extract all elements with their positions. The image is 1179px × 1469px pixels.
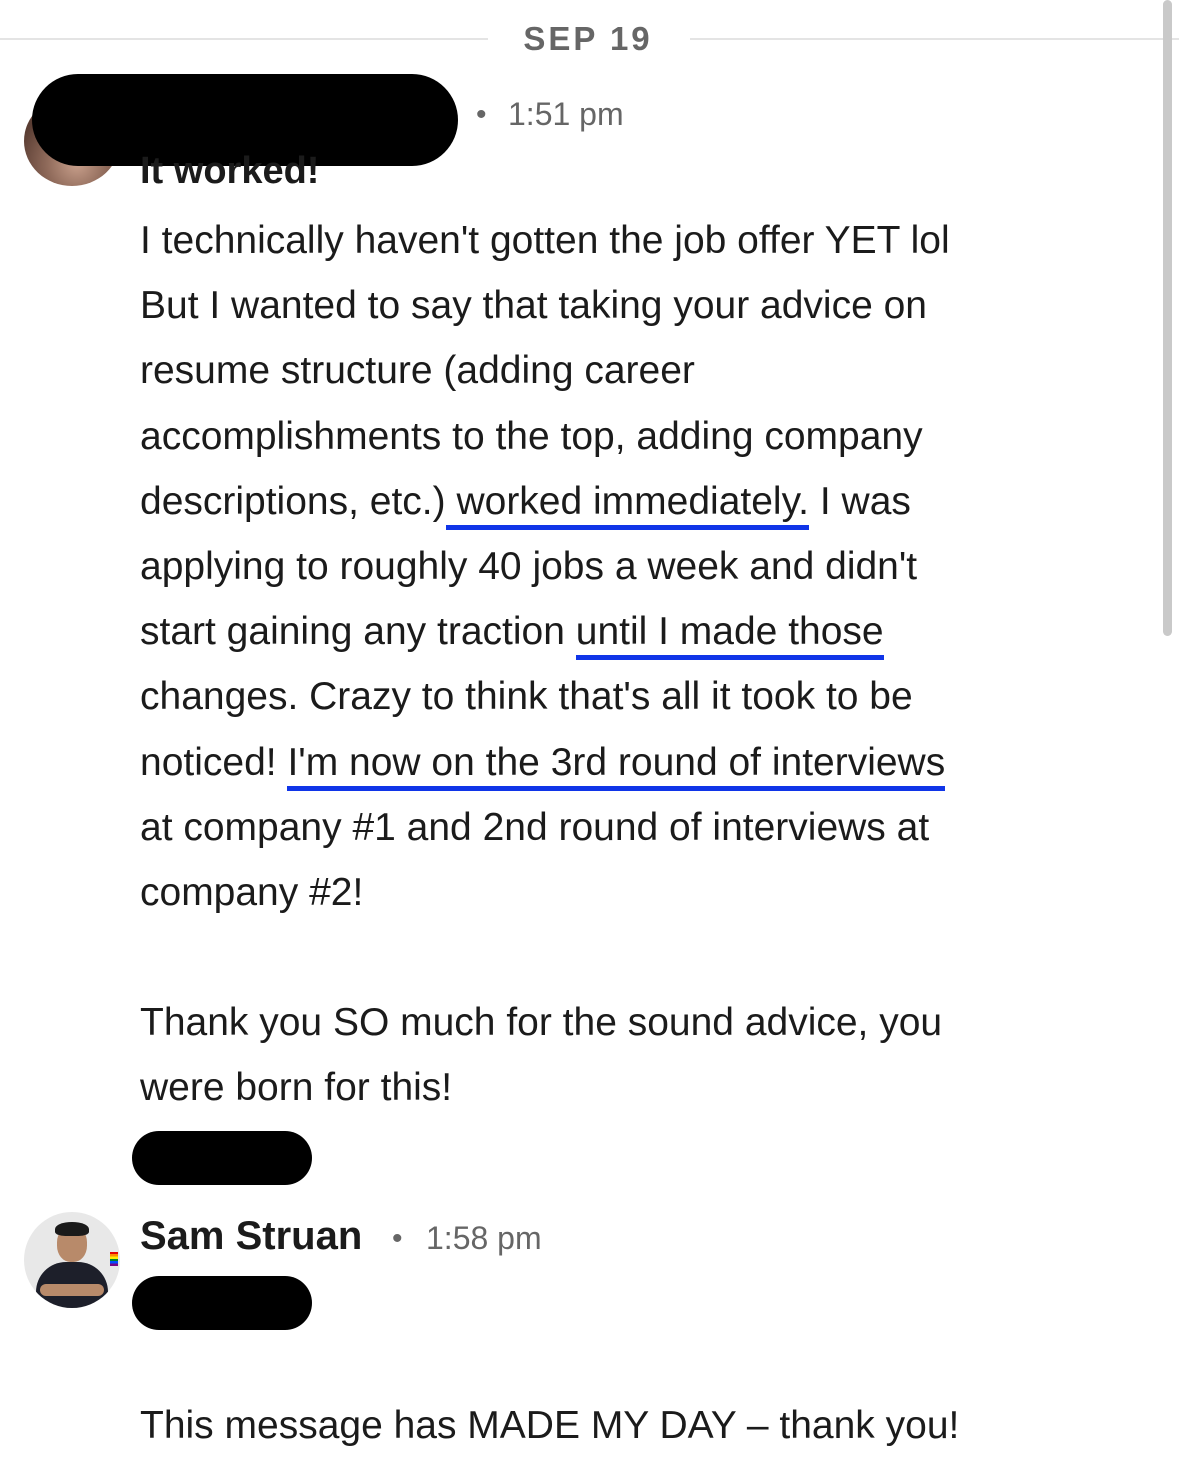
message-line: accomplishments to the top, adding compa… (140, 404, 1100, 469)
message-timestamp: 1:58 pm (426, 1220, 542, 1256)
reply-message-text: This message has MADE MY DAY – thank you… (140, 1404, 960, 1447)
scrollbar[interactable] (1163, 0, 1172, 636)
message-line-text: But I wanted to say that taking your adv… (140, 284, 927, 328)
date-divider-label: SEP 19 (523, 20, 653, 57)
message-line-text: company #2! (140, 870, 364, 914)
message-line-text: accomplishments to the top, adding compa… (140, 414, 923, 458)
message-line: descriptions, etc.) worked immediately. … (140, 469, 1100, 534)
message-line-text: noticed! (140, 740, 288, 784)
message-line-text: changes. Crazy to think that's all it to… (140, 675, 913, 719)
underlined-highlight: worked immediately. (445, 479, 810, 530)
message-line: I technically haven't gotten the job off… (140, 208, 1100, 273)
message-line: noticed! I'm now on the 3rd round of int… (140, 730, 1100, 795)
message-line-text: at company #1 and 2nd round of interview… (140, 805, 930, 849)
redacted-content (132, 1276, 312, 1330)
avatar-arms (40, 1284, 104, 1296)
date-divider-line-left (0, 38, 488, 40)
date-divider-line-right (690, 38, 1179, 40)
message-line: company #2! (140, 860, 1100, 925)
message-line: resume structure (adding career (140, 338, 1100, 403)
underlined-highlight: until I made those (575, 610, 884, 661)
message-line-text: descriptions, etc.) (140, 479, 446, 523)
message-line-text: applying to roughly 40 jobs a week and d… (140, 544, 918, 588)
message-line-text: I technically haven't gotten the job off… (140, 219, 950, 262)
message-line-text: start gaining any traction (140, 610, 576, 654)
message-body: I technically haven't gotten the job off… (140, 208, 1100, 1121)
message-line: start gaining any traction until I made … (140, 599, 1100, 664)
message-line: were born for this! (140, 1055, 1100, 1120)
message-timestamp: 1:51 pm (508, 96, 624, 132)
underlined-highlight: I'm now on the 3rd round of interviews (287, 740, 946, 791)
meta-separator: • (392, 1222, 403, 1255)
message-line: changes. Crazy to think that's all it to… (140, 664, 1100, 729)
message-headline: It worked! (140, 150, 320, 192)
avatar-hair (55, 1222, 89, 1236)
meta-separator: • (476, 98, 487, 131)
message-line-text: I was (809, 479, 911, 523)
message-line: applying to roughly 40 jobs a week and d… (140, 534, 1100, 599)
message-line: But I wanted to say that taking your adv… (140, 273, 1100, 338)
sam-struan-avatar[interactable] (24, 1212, 120, 1308)
message-line: at company #1 and 2nd round of interview… (140, 795, 1100, 860)
pride-flag-icon (110, 1252, 118, 1266)
sender-name[interactable]: Sam Struan (140, 1214, 362, 1259)
message-line-text: were born for this! (140, 1066, 453, 1110)
message-line-text: resume structure (adding career (140, 349, 695, 393)
message-line-text: Thank you SO much for the sound advice, … (140, 1001, 943, 1045)
message-line: Thank you SO much for the sound advice, … (140, 990, 1100, 1055)
redacted-content (132, 1131, 312, 1185)
